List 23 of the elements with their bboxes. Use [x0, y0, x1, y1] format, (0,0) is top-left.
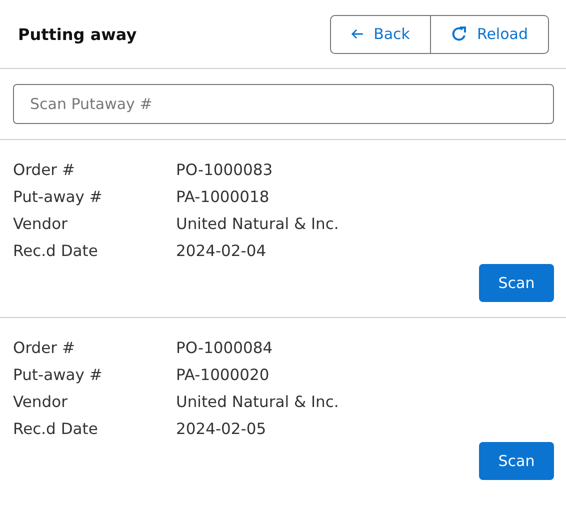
field-value: 2024-02-05 — [176, 420, 266, 438]
field-value: United Natural & Inc. — [176, 392, 339, 410]
field-label: Order # — [13, 160, 76, 178]
field-label: Vendor — [13, 214, 68, 232]
scan-button[interactable]: Scan — [479, 264, 554, 302]
reload-button[interactable]: Reload — [431, 14, 549, 54]
field-value: United Natural & Inc. — [176, 214, 339, 232]
field-label: Put-away # — [13, 188, 104, 206]
page-title: Putting away — [18, 24, 137, 44]
field-label: Vendor — [13, 392, 68, 410]
field-value: PO-1000084 — [176, 338, 273, 356]
reload-icon — [451, 26, 467, 42]
field-value: PA-1000020 — [176, 366, 270, 384]
field-label: Rec.d Date — [13, 420, 99, 438]
field-label: Order # — [13, 338, 76, 356]
field-value: PO-1000083 — [176, 160, 273, 178]
field-label: Put-away # — [13, 366, 104, 384]
search-field[interactable]: Scan Putaway # — [13, 84, 554, 124]
field-value: PA-1000018 — [176, 188, 270, 206]
field-value: 2024-02-04 — [176, 242, 266, 260]
scan-button[interactable]: Scan — [479, 442, 554, 480]
field-label: Rec.d Date — [13, 242, 99, 260]
back-button[interactable]: Back — [330, 14, 431, 54]
